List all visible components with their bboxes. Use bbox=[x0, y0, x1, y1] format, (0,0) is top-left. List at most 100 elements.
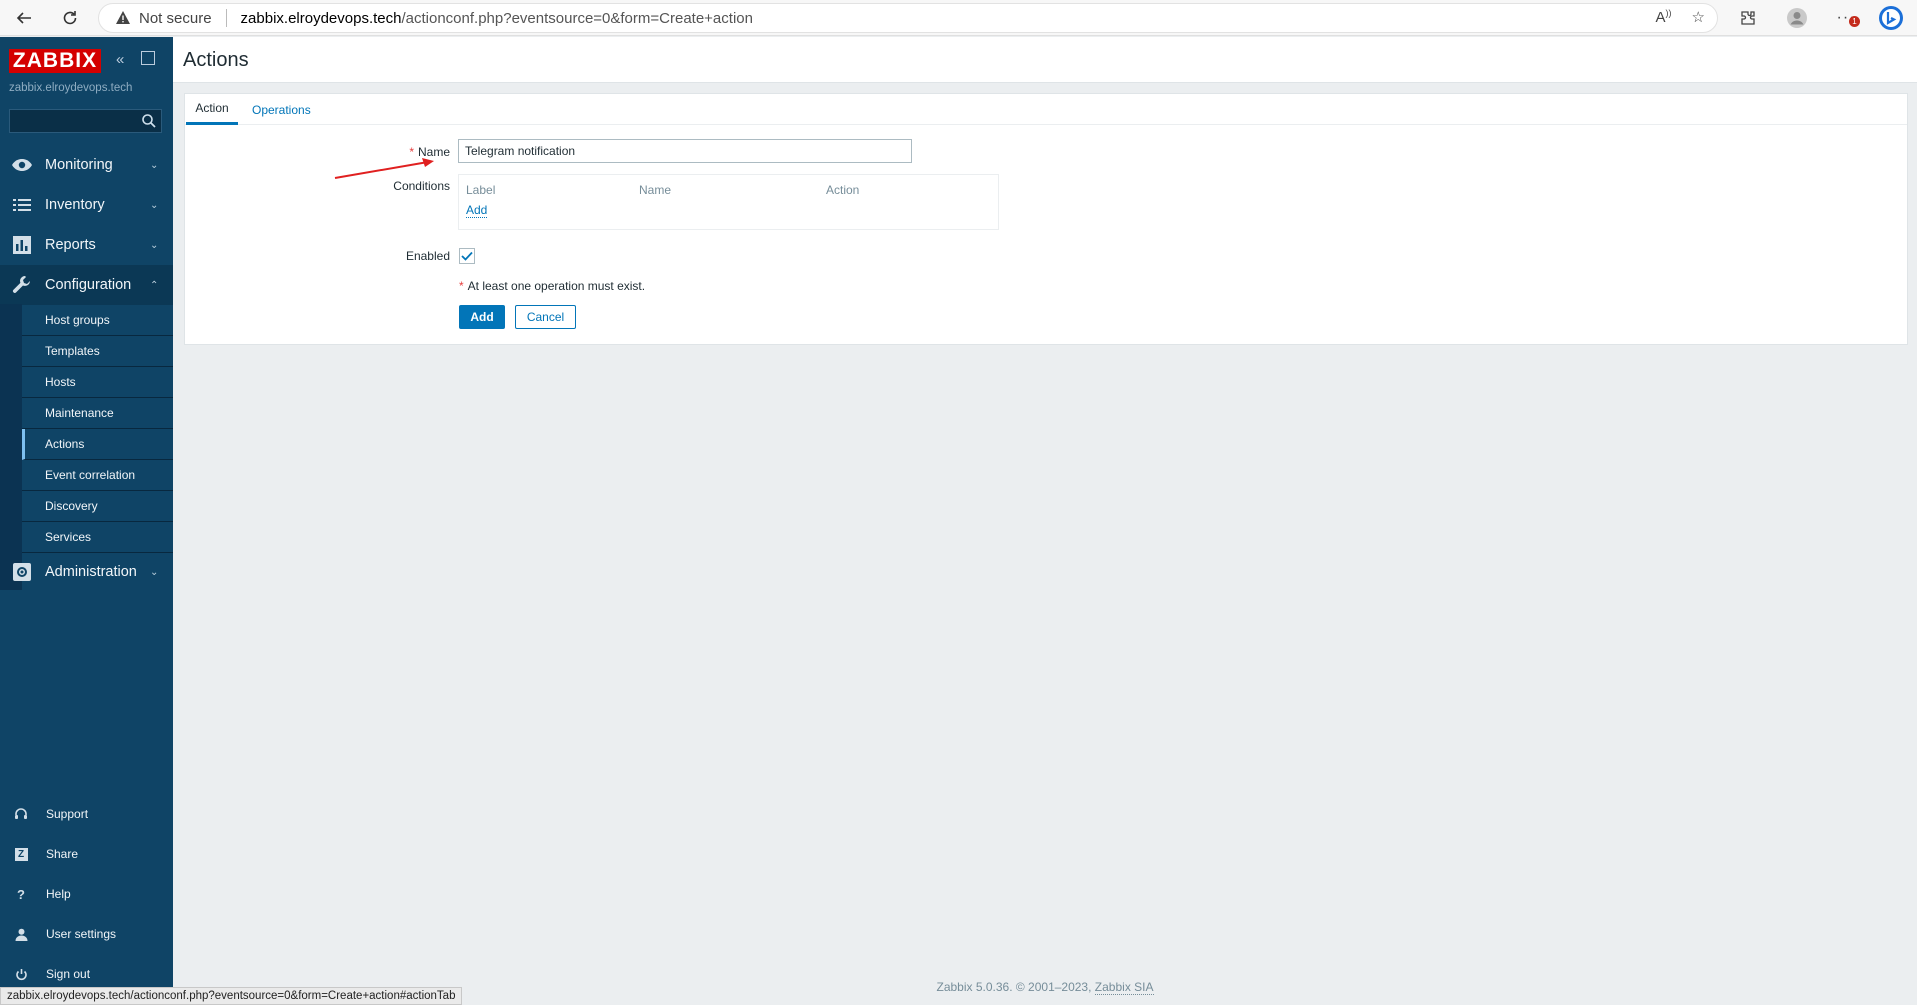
footer-text: Zabbix 5.0.36. © 2001–2023, bbox=[936, 980, 1092, 994]
submenu-host-groups[interactable]: Host groups bbox=[22, 305, 173, 336]
annotation-arrow-icon bbox=[334, 158, 434, 179]
enabled-checkbox[interactable] bbox=[459, 248, 475, 264]
collapse-sidebar-icon[interactable]: « bbox=[116, 51, 132, 68]
bar-chart-icon bbox=[11, 234, 33, 256]
cog-icon bbox=[11, 561, 33, 583]
security-label[interactable]: Not secure bbox=[139, 10, 212, 27]
user-icon bbox=[13, 926, 29, 942]
tab-bar: Action Operations bbox=[185, 94, 1907, 125]
sidebar-share[interactable]: Z Share bbox=[0, 834, 173, 874]
add-button[interactable]: Add bbox=[459, 305, 505, 329]
sidebar: ZABBIX « zabbix.elroydevops.tech Monitor… bbox=[0, 37, 173, 1005]
reload-icon bbox=[63, 11, 77, 25]
zabbix-sia-link[interactable]: Zabbix SIA bbox=[1094, 980, 1154, 995]
reload-button[interactable] bbox=[56, 4, 84, 32]
submenu-services[interactable]: Services bbox=[22, 522, 173, 553]
browser-status-bar: zabbix.elroydevops.tech/actionconf.php?e… bbox=[0, 987, 463, 1005]
bottom-label: Support bbox=[46, 807, 89, 821]
submenu-templates[interactable]: Templates bbox=[22, 336, 173, 367]
wrench-icon bbox=[11, 274, 33, 296]
page-title: Actions bbox=[183, 49, 249, 71]
page-header: Actions bbox=[173, 37, 1917, 83]
action-form-card: Action Operations bbox=[184, 93, 1908, 345]
submenu-label: Services bbox=[45, 530, 92, 544]
required-marker: * bbox=[459, 279, 464, 293]
search-icon[interactable] bbox=[141, 113, 157, 129]
submenu-label: Hosts bbox=[45, 375, 76, 389]
conditions-header-action: Action bbox=[826, 183, 860, 197]
bottom-label: Share bbox=[46, 847, 79, 861]
eye-icon bbox=[11, 154, 33, 176]
add-condition-link[interactable]: Add bbox=[466, 203, 488, 218]
submenu-event-correlation[interactable]: Event correlation bbox=[22, 460, 173, 491]
more-menu-button[interactable]: ··· 1 bbox=[1832, 4, 1860, 32]
submenu-gutter bbox=[0, 304, 22, 590]
server-name: zabbix.elroydevops.tech bbox=[9, 82, 133, 94]
copilot-button[interactable] bbox=[1877, 4, 1905, 32]
url-host: zabbix.elroydevops.tech bbox=[240, 9, 402, 27]
submenu-label: Discovery bbox=[45, 499, 98, 513]
submenu-hosts[interactable]: Hosts bbox=[22, 367, 173, 398]
kiosk-mode-icon[interactable] bbox=[141, 51, 155, 65]
menu-label: Administration bbox=[45, 564, 137, 580]
conditions-table: Label Name Action Add bbox=[458, 174, 999, 230]
menu-administration[interactable]: Administration ⌄ bbox=[0, 552, 173, 592]
search-input[interactable] bbox=[9, 109, 162, 133]
tab-action[interactable]: Action bbox=[186, 94, 238, 125]
tab-operations[interactable]: Operations bbox=[248, 94, 311, 125]
menu-inventory[interactable]: Inventory ⌄ bbox=[0, 185, 173, 225]
conditions-header-label: Label bbox=[466, 183, 496, 197]
submenu-label: Host groups bbox=[45, 313, 110, 327]
read-aloud-icon[interactable]: A)) bbox=[1656, 8, 1672, 26]
chevron-down-icon: ⌄ bbox=[150, 199, 159, 211]
address-divider bbox=[225, 9, 227, 27]
bottom-label: Help bbox=[46, 887, 71, 901]
menu-monitoring[interactable]: Monitoring ⌄ bbox=[0, 145, 173, 185]
operation-required-note: * At least one operation must exist. bbox=[459, 279, 645, 293]
menu-reports[interactable]: Reports ⌄ bbox=[0, 225, 173, 265]
notification-badge: 1 bbox=[1849, 16, 1860, 27]
list-icon bbox=[11, 194, 33, 216]
help-icon: ? bbox=[17, 886, 25, 902]
chevron-down-icon: ⌄ bbox=[150, 159, 159, 171]
zabbix-logo[interactable]: ZABBIX bbox=[9, 49, 101, 73]
submenu-label: Actions bbox=[45, 437, 85, 451]
bottom-label: Sign out bbox=[46, 967, 91, 981]
bing-icon bbox=[1879, 6, 1903, 30]
url-path: /actionconf.php?eventsource=0&form=Creat… bbox=[401, 9, 753, 27]
share-icon: Z bbox=[13, 846, 29, 862]
sidebar-support[interactable]: Support bbox=[0, 794, 173, 834]
submenu-actions[interactable]: Actions bbox=[22, 429, 173, 460]
submenu-maintenance[interactable]: Maintenance bbox=[22, 398, 173, 429]
arrow-left-icon bbox=[16, 12, 31, 24]
headset-icon bbox=[13, 806, 29, 822]
enabled-label: Enabled bbox=[405, 249, 450, 263]
menu-label: Monitoring bbox=[45, 157, 113, 173]
menu-label: Inventory bbox=[45, 197, 105, 213]
submenu-discovery[interactable]: Discovery bbox=[22, 491, 173, 522]
bottom-label: User settings bbox=[46, 927, 117, 941]
menu-label: Reports bbox=[45, 237, 96, 253]
sidebar-help[interactable]: ? Help bbox=[0, 874, 173, 914]
profile-avatar[interactable] bbox=[1783, 4, 1811, 32]
conditions-header-name: Name bbox=[639, 183, 672, 197]
address-bar[interactable]: Not secure zabbix.elroydevops.tech/actio… bbox=[98, 3, 1718, 33]
checkmark-icon bbox=[461, 251, 473, 261]
extensions-icon[interactable] bbox=[1734, 4, 1762, 32]
chevron-down-icon: ⌄ bbox=[150, 239, 159, 251]
power-icon bbox=[13, 966, 29, 982]
cancel-button[interactable]: Cancel bbox=[515, 305, 576, 329]
browser-toolbar: Not secure zabbix.elroydevops.tech/actio… bbox=[0, 0, 1917, 36]
submenu-label: Maintenance bbox=[45, 406, 114, 420]
url-text[interactable]: zabbix.elroydevops.tech/actionconf.php?e… bbox=[241, 10, 753, 27]
menu-configuration[interactable]: Configuration ⌃ bbox=[0, 265, 173, 305]
name-input[interactable]: Telegram notification bbox=[458, 139, 912, 163]
back-button[interactable] bbox=[10, 4, 38, 32]
chevron-down-icon: ⌄ bbox=[150, 566, 159, 578]
star-icon[interactable]: ☆ bbox=[1692, 8, 1705, 26]
chevron-up-icon: ⌃ bbox=[150, 279, 159, 291]
warning-icon bbox=[115, 10, 131, 26]
address-actions: A)) ☆ bbox=[1656, 8, 1705, 26]
user-avatar-icon bbox=[1787, 8, 1807, 28]
sidebar-user-settings[interactable]: User settings bbox=[0, 914, 173, 954]
